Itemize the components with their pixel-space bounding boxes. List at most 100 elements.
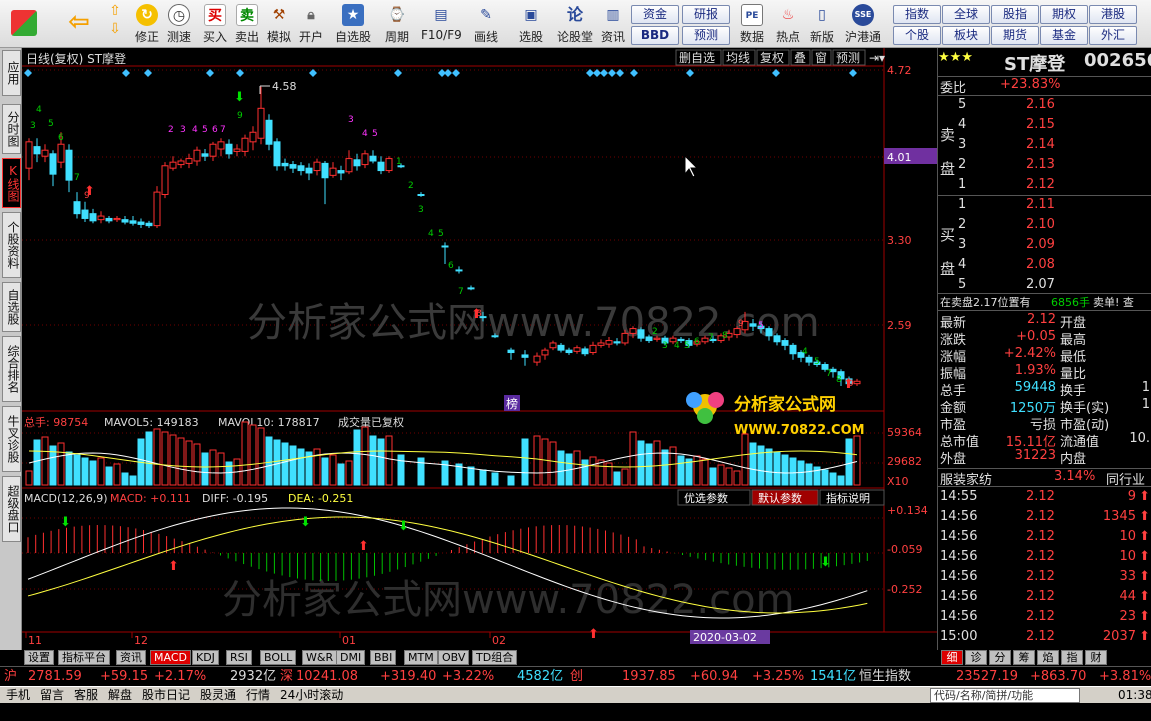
chart-tool-menu-icon[interactable]: ⇥▾ (869, 51, 885, 65)
chart-tool-label[interactable]: 窗 (815, 51, 827, 65)
buy-level-row[interactable]: 4 2.08 (938, 257, 1151, 274)
tab-apps[interactable]: 应用 (2, 50, 21, 96)
indicator-tab[interactable]: 指标平台 (58, 650, 110, 665)
macd-option-label[interactable]: 优选参数 (684, 491, 728, 505)
kline-chart-area[interactable]: 日线(复权) ST摩登 删自选 均线 复权叠窗预测 ⇥▾ 分析家公式网www.7082… (22, 48, 937, 650)
tab-kline[interactable]: K线图 (2, 158, 21, 208)
quote-tab[interactable]: 分 (989, 650, 1011, 665)
draw-line-button[interactable]: ✎ 画线 (468, 2, 504, 46)
speed-test-button[interactable]: ◷ 测速 (165, 2, 193, 46)
taskbar-item[interactable]: 手机 (4, 687, 32, 704)
sell-level-row[interactable]: 2 2.13 (938, 157, 1151, 174)
sh-label: 沪 (4, 669, 18, 684)
buy-level-row[interactable]: 3 2.09 (938, 237, 1151, 254)
indicator-tab[interactable]: MTM (404, 650, 438, 665)
buy-level-row[interactable]: 2 2.10 (938, 217, 1151, 234)
period-button[interactable]: ⌚ 周期 (379, 2, 415, 46)
chart-header: 日线(复权) ST摩登 (26, 51, 126, 66)
tab-stock-profile[interactable]: 个股资料 (2, 212, 21, 278)
indicator-tab[interactable]: RSI (226, 650, 252, 665)
research-button[interactable]: 研报 (682, 5, 730, 24)
tab-watchlist[interactable]: 自选股 (2, 282, 21, 332)
stock-pick-button[interactable]: ▣ 选股 (513, 2, 549, 46)
watchlist-button[interactable]: ★ 自选股 (333, 2, 373, 46)
indicator-tab[interactable]: 设置 (24, 650, 54, 665)
page-up-down-button[interactable]: ⇧ ⇩ (100, 2, 130, 46)
buy-level-row[interactable]: 1 2.11 (938, 197, 1151, 214)
options-button[interactable]: 期权 (1040, 5, 1088, 24)
single-stock-button[interactable]: 个股 (893, 26, 941, 45)
futures-button[interactable]: 期货 (991, 26, 1039, 45)
taskbar-item[interactable]: 股市日记 (140, 687, 192, 704)
taskbar-item[interactable]: 留言 (38, 687, 66, 704)
news-button[interactable]: ▥ 资讯 (598, 2, 628, 46)
fund-flow-button[interactable]: 资金 (631, 5, 679, 24)
industry-row[interactable]: 服装家纺 3.14% 同行业 (938, 468, 1151, 488)
bbd-button[interactable]: BBD (631, 26, 679, 45)
tab-diagnosis[interactable]: 牛叉诊股 (2, 406, 21, 472)
hk-stock-button[interactable]: 港股 (1089, 5, 1137, 24)
buy-button[interactable]: 买 买入 (201, 2, 229, 46)
macd-option-label[interactable]: 默认参数 (758, 491, 802, 505)
macd-option-label[interactable]: 指标说明 (826, 491, 870, 505)
taskbar-item[interactable]: 股灵通 (198, 687, 238, 704)
indicator-tab[interactable]: TD组合 (472, 650, 518, 665)
chart-tool-label[interactable]: 删自选 (679, 51, 715, 65)
hk-connect-button[interactable]: SSE 沪港通 (842, 2, 884, 46)
new-version-button[interactable]: ▯ 新版 (807, 2, 837, 46)
quote-tab[interactable]: 财 (1085, 650, 1107, 665)
back-button[interactable]: ⇦ (62, 2, 96, 46)
stock-index-button[interactable]: 股指 (991, 5, 1039, 24)
indicator-tab[interactable]: BBI (370, 650, 397, 665)
candle-body (613, 341, 621, 344)
indicator-tab[interactable]: DMI (336, 650, 366, 665)
taskbar-item[interactable]: 解盘 (106, 687, 134, 704)
forum-button[interactable]: 论 论股堂 (555, 2, 595, 46)
quote-tab[interactable]: 指 (1061, 650, 1083, 665)
fund-button[interactable]: 基金 (1040, 26, 1088, 45)
indicator-tab[interactable]: W&R (302, 650, 338, 665)
chart-tool-label[interactable]: 均线 (726, 51, 750, 65)
chart-tool-label[interactable]: 叠 (794, 51, 806, 65)
sell-button[interactable]: 卖 卖出 (233, 2, 261, 46)
code-search-input[interactable]: 代码/名称/简拼/功能 (930, 688, 1080, 703)
indicator-tab[interactable]: MACD (150, 650, 191, 665)
tab-intraday[interactable]: 分时图 (2, 104, 21, 154)
f10-button[interactable]: ▤ F10/F9 (421, 2, 462, 46)
buy-level-row[interactable]: 5 2.07 (938, 277, 1151, 294)
chart-tool-label[interactable]: 预测 (836, 51, 860, 65)
sell-level-row[interactable]: 1 2.12 (938, 177, 1151, 194)
index-button[interactable]: 指数 (893, 5, 941, 24)
taskbar-item[interactable]: 行情 (244, 687, 272, 704)
quote-tab[interactable]: 细 (941, 650, 963, 665)
open-account-button[interactable]: 🔒︎ 开户 (297, 2, 325, 46)
tab-super-book[interactable]: 超级盘口 (2, 476, 21, 542)
quote-tab[interactable]: 焰 (1037, 650, 1059, 665)
macd-buttons: 优选参数 默认参数 指标说明 (677, 489, 885, 506)
volume-bar (25, 470, 33, 486)
tab-ranking[interactable]: 综合排名 (2, 336, 21, 402)
data-button[interactable]: PE 数据 (737, 2, 767, 46)
chart-tool-label[interactable]: 复权 (760, 51, 784, 65)
quote-tab[interactable]: 诊 (965, 650, 987, 665)
indicator-tab[interactable]: 资讯 (116, 650, 146, 665)
indicator-tab[interactable]: OBV (438, 650, 470, 665)
global-button[interactable]: 全球 (942, 5, 990, 24)
indicator-tab[interactable]: BOLL (260, 650, 297, 665)
simulate-button[interactable]: ⚒ 模拟 (265, 2, 293, 46)
sell-level-row[interactable]: 5 2.16 (938, 97, 1151, 114)
hs-label: 恒生指数 (859, 669, 912, 684)
taskbar-item[interactable]: 24小时滚动 (278, 687, 345, 704)
forex-button[interactable]: 外汇 (1089, 26, 1137, 45)
quote-tab[interactable]: 筹 (1013, 650, 1035, 665)
taskbar-item[interactable]: 客服 (72, 687, 100, 704)
sell-level-row[interactable]: 4 2.15 (938, 117, 1151, 134)
indicator-tab[interactable]: KDJ (192, 650, 219, 665)
sector-button[interactable]: 板块 (942, 26, 990, 45)
sell-level-row[interactable]: 3 2.14 (938, 137, 1151, 154)
hotspot-button[interactable]: ♨ 热点 (773, 2, 803, 46)
refresh-button[interactable]: ↻ 修正 (133, 2, 161, 46)
forecast-button[interactable]: 预测 (682, 26, 730, 45)
quote-panel: ★★★ ST摩登 002656 委比 +23.83% 卖盘52.1642.153… (937, 48, 1151, 650)
app-logo-button[interactable] (4, 2, 44, 46)
